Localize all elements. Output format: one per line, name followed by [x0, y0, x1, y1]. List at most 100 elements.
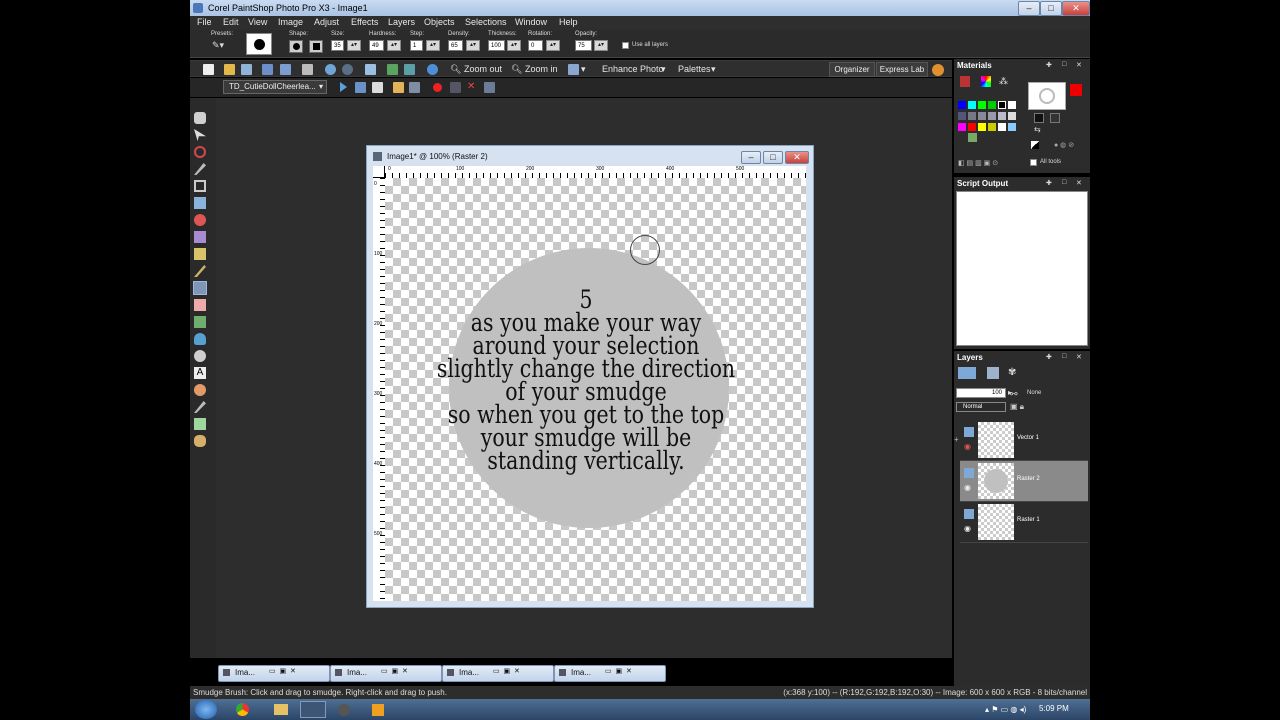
menu-help[interactable]: Help [559, 17, 578, 27]
swatch[interactable] [978, 112, 986, 120]
red-eye-tool-icon[interactable] [194, 214, 206, 226]
opacity-stepper[interactable]: ▴▾ [594, 40, 608, 51]
close-icon[interactable]: ✕ [1076, 179, 1082, 187]
window-controls[interactable]: ▭ ▣ ✕ [381, 667, 408, 675]
swatch[interactable] [998, 101, 1006, 109]
menu-image[interactable]: Image [278, 17, 303, 27]
layer-row-selected[interactable]: ◉ Raster 2 [960, 461, 1088, 502]
swatch[interactable] [958, 112, 966, 120]
organizer-button[interactable]: Organizer [829, 62, 875, 77]
express-lab-button[interactable]: Express Lab [876, 62, 928, 77]
zoom-out-button[interactable]: Zoom out [464, 64, 502, 74]
pause-icon[interactable] [450, 82, 461, 93]
menu-edit[interactable]: Edit [223, 17, 239, 27]
material-style-icons[interactable]: ● ◍ ⊘ [1054, 141, 1084, 151]
start-button[interactable] [195, 700, 217, 719]
rotation-input[interactable]: 0 [528, 40, 543, 51]
layer-row[interactable]: ◉ + Vector 1 [954, 420, 1088, 461]
minimized-image-window[interactable]: Ima... ▭ ▣ ✕ [554, 665, 666, 682]
menu-effects[interactable]: Effects [351, 17, 378, 27]
paint-brush-tool-icon[interactable] [194, 265, 206, 277]
swap-colors-icon[interactable]: ⇆ [1034, 125, 1044, 135]
density-stepper[interactable]: ▴▾ [466, 40, 480, 51]
texture-box[interactable] [1050, 113, 1060, 123]
maximize-icon[interactable]: □ [1062, 179, 1066, 186]
open-folder-icon[interactable] [224, 64, 235, 75]
close-icon[interactable]: ✕ [1076, 353, 1082, 361]
swatch[interactable] [958, 123, 966, 131]
thickness-input[interactable]: 100 [488, 40, 505, 51]
zoom-in-button[interactable]: Zoom in [525, 64, 558, 74]
swatch[interactable] [1008, 101, 1016, 109]
presets-dropdown[interactable]: ✎▾ [212, 40, 232, 53]
image-restore-button[interactable]: □ [763, 151, 783, 164]
clone-tool-icon[interactable] [194, 248, 206, 260]
pin-icon[interactable]: ✚ [1046, 61, 1052, 69]
eraser-tool-icon[interactable] [194, 299, 206, 311]
selection-tool-icon[interactable] [194, 146, 206, 158]
info-icon[interactable] [427, 64, 438, 75]
crop-icon[interactable] [387, 64, 398, 75]
save-script-icon[interactable] [409, 82, 420, 93]
menu-window[interactable]: Window [515, 17, 547, 27]
menu-objects[interactable]: Objects [424, 17, 455, 27]
duplicate-layer-icon[interactable] [987, 367, 999, 379]
maximize-icon[interactable]: □ [1062, 353, 1066, 360]
edit-script-icon[interactable] [355, 82, 366, 93]
stop-script-icon[interactable] [484, 82, 495, 93]
swatch[interactable] [978, 123, 986, 131]
swatch[interactable] [968, 112, 976, 120]
maximize-icon[interactable]: □ [1062, 61, 1066, 68]
image-minimize-button[interactable]: – [741, 151, 761, 164]
new-layer-icon[interactable] [958, 367, 976, 379]
text-tool-icon[interactable]: A [194, 367, 206, 379]
density-input[interactable]: 65 [448, 40, 463, 51]
chrome-icon[interactable] [236, 703, 249, 716]
rotation-stepper[interactable]: ▴▾ [546, 40, 560, 51]
palettes-menu[interactable]: Palettes [678, 64, 711, 74]
blend-mode-select[interactable]: Normal [956, 402, 1006, 412]
open-script-icon[interactable] [393, 82, 404, 93]
minimized-image-window[interactable]: Ima... ▭ ▣ ✕ [442, 665, 554, 682]
pin-icon[interactable]: ✚ [1046, 353, 1052, 361]
new-file-icon[interactable] [203, 64, 214, 75]
move-tool-icon[interactable] [194, 197, 206, 209]
view-dropdown-arrow[interactable]: ▾ [581, 64, 586, 75]
swatch[interactable] [978, 101, 986, 109]
brush-tip-preview[interactable] [246, 33, 272, 55]
visibility-icon[interactable]: ◉ [964, 524, 974, 534]
step-input[interactable]: 1 [410, 40, 423, 51]
print-icon[interactable] [302, 64, 313, 75]
script-interactive-icon[interactable] [372, 82, 383, 93]
maximize-button[interactable]: □ [1040, 1, 1062, 16]
swatches-tab-icon[interactable]: ⁂ [999, 76, 1009, 87]
pen-tool-icon[interactable] [194, 401, 206, 413]
rainbow-tab-icon[interactable] [981, 76, 991, 87]
swatch[interactable] [1008, 112, 1016, 120]
swatch[interactable] [968, 101, 976, 109]
layer-opacity-input[interactable]: 100 [956, 388, 1006, 398]
layer-options-icon[interactable]: ✾ [1008, 367, 1020, 379]
swatch[interactable] [988, 112, 996, 120]
redo-icon[interactable] [342, 64, 353, 75]
menu-selections[interactable]: Selections [465, 17, 507, 27]
thickness-stepper[interactable]: ▴▾ [507, 40, 521, 51]
command-history-icon[interactable] [365, 64, 376, 75]
palette-view-icons[interactable]: ◧ ▤ ▥ ▣ ⊙ [958, 159, 1022, 169]
object-remover-tool-icon[interactable] [194, 435, 206, 447]
dropper-tool-icon[interactable] [194, 163, 206, 175]
expand-icon[interactable]: + [954, 435, 959, 444]
menu-adjust[interactable]: Adjust [314, 17, 339, 27]
swatch[interactable] [998, 123, 1006, 131]
swatch[interactable] [1008, 123, 1016, 131]
image-window[interactable]: Image1* @ 100% (Raster 2) – □ ✕ 0 100 20… [366, 145, 814, 608]
hardness-stepper[interactable]: ▴▾ [387, 40, 401, 51]
media-icon[interactable] [372, 704, 384, 716]
hardness-input[interactable]: 49 [369, 40, 384, 51]
run-script-icon[interactable] [340, 82, 347, 92]
window-controls[interactable]: ▭ ▣ ✕ [269, 667, 296, 675]
pick-tool-icon[interactable] [194, 129, 206, 141]
shape-square-button[interactable] [309, 40, 323, 53]
link-icon[interactable]: ⚯ [1010, 388, 1022, 400]
record-icon[interactable] [433, 83, 442, 92]
